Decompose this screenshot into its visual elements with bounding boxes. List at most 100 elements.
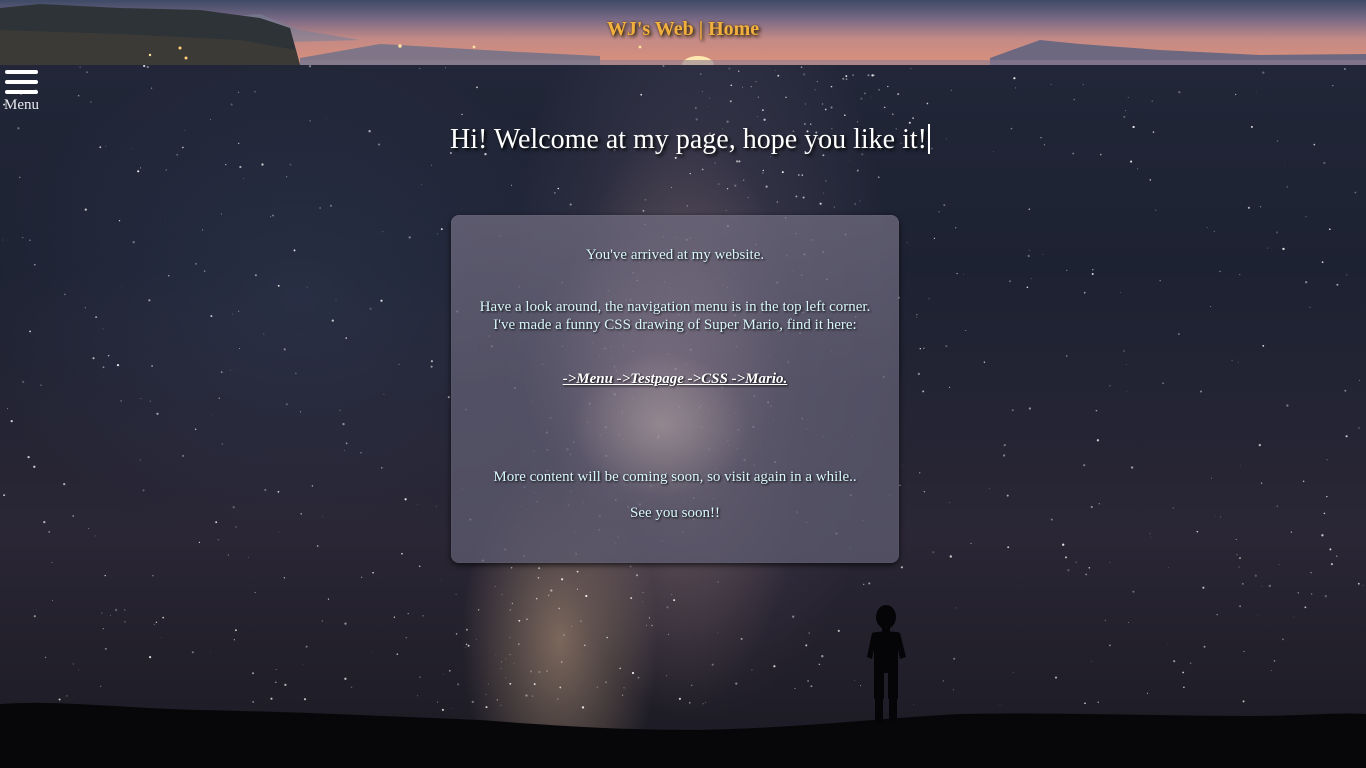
star (442, 673, 444, 675)
star (283, 348, 286, 351)
star (1237, 361, 1239, 363)
star (419, 676, 421, 679)
star (322, 516, 323, 518)
star (1088, 566, 1091, 569)
star (1323, 512, 1326, 515)
star (765, 185, 768, 188)
star (781, 171, 784, 174)
star (916, 316, 918, 318)
star (642, 591, 644, 593)
star (1309, 306, 1311, 308)
star (742, 86, 743, 88)
star (1006, 494, 1009, 497)
hamburger-bar (5, 90, 38, 94)
star (33, 465, 36, 468)
star (856, 121, 859, 123)
star (455, 633, 458, 635)
star (295, 372, 297, 374)
star (833, 206, 835, 208)
star (1281, 638, 1284, 641)
star (306, 286, 308, 288)
star (762, 169, 765, 172)
star (1293, 616, 1295, 618)
star (816, 80, 819, 83)
star (1357, 427, 1360, 429)
star (571, 625, 572, 627)
star (289, 163, 292, 166)
star (1239, 605, 1242, 608)
star (560, 661, 563, 663)
star (270, 216, 272, 218)
star (308, 65, 312, 68)
star (651, 624, 653, 627)
star (1332, 84, 1334, 87)
star (51, 562, 53, 564)
star (238, 310, 240, 312)
site-title[interactable]: WJ's Web | Home (0, 18, 1366, 41)
mario-page-link[interactable]: ->Menu ->Testpage ->CSS ->Mario. (563, 371, 788, 387)
star (714, 162, 716, 164)
menu-button[interactable]: Menu (4, 68, 44, 114)
star (819, 202, 822, 205)
star (22, 380, 25, 384)
star (725, 210, 727, 212)
star (380, 466, 383, 469)
star (1028, 407, 1031, 410)
star (461, 113, 463, 116)
star (344, 677, 347, 680)
star (950, 89, 952, 91)
star (797, 174, 800, 176)
star (965, 329, 967, 331)
star (251, 672, 255, 675)
card-mario-text: I've made a funny CSS drawing of Super M… (493, 317, 857, 333)
star (1330, 563, 1333, 566)
star (152, 575, 154, 577)
star (945, 345, 948, 348)
menu-label[interactable]: Menu (4, 97, 39, 114)
star (344, 622, 347, 625)
star (1203, 645, 1206, 648)
star (264, 488, 267, 492)
star (441, 579, 442, 581)
star (631, 671, 635, 675)
star (1062, 543, 1065, 546)
star (762, 172, 764, 174)
card-intro-text: You've arrived at my website. (585, 247, 765, 263)
star (72, 515, 75, 517)
star (580, 620, 583, 623)
star (215, 521, 218, 524)
star (1162, 382, 1165, 385)
star (1260, 482, 1263, 484)
star (1345, 435, 1348, 438)
star (1359, 379, 1361, 381)
star (1345, 274, 1348, 276)
star (642, 601, 643, 603)
star (948, 501, 950, 504)
star (517, 643, 520, 646)
star (670, 186, 673, 188)
star (1354, 191, 1357, 194)
star (419, 68, 421, 70)
star (1150, 536, 1152, 538)
star (254, 91, 256, 93)
star (584, 644, 586, 647)
star (776, 201, 778, 203)
star (585, 594, 588, 598)
star (623, 687, 625, 689)
star (513, 662, 515, 664)
star (407, 612, 409, 615)
star (646, 624, 647, 626)
star (558, 607, 560, 610)
star (232, 313, 233, 315)
star (805, 644, 808, 647)
star (234, 525, 237, 528)
star (885, 107, 887, 108)
star (546, 670, 548, 672)
star (825, 180, 827, 182)
star (509, 636, 511, 638)
star (1329, 548, 1332, 551)
star (316, 545, 319, 547)
star (550, 589, 553, 592)
star (167, 275, 170, 277)
star (852, 74, 854, 76)
